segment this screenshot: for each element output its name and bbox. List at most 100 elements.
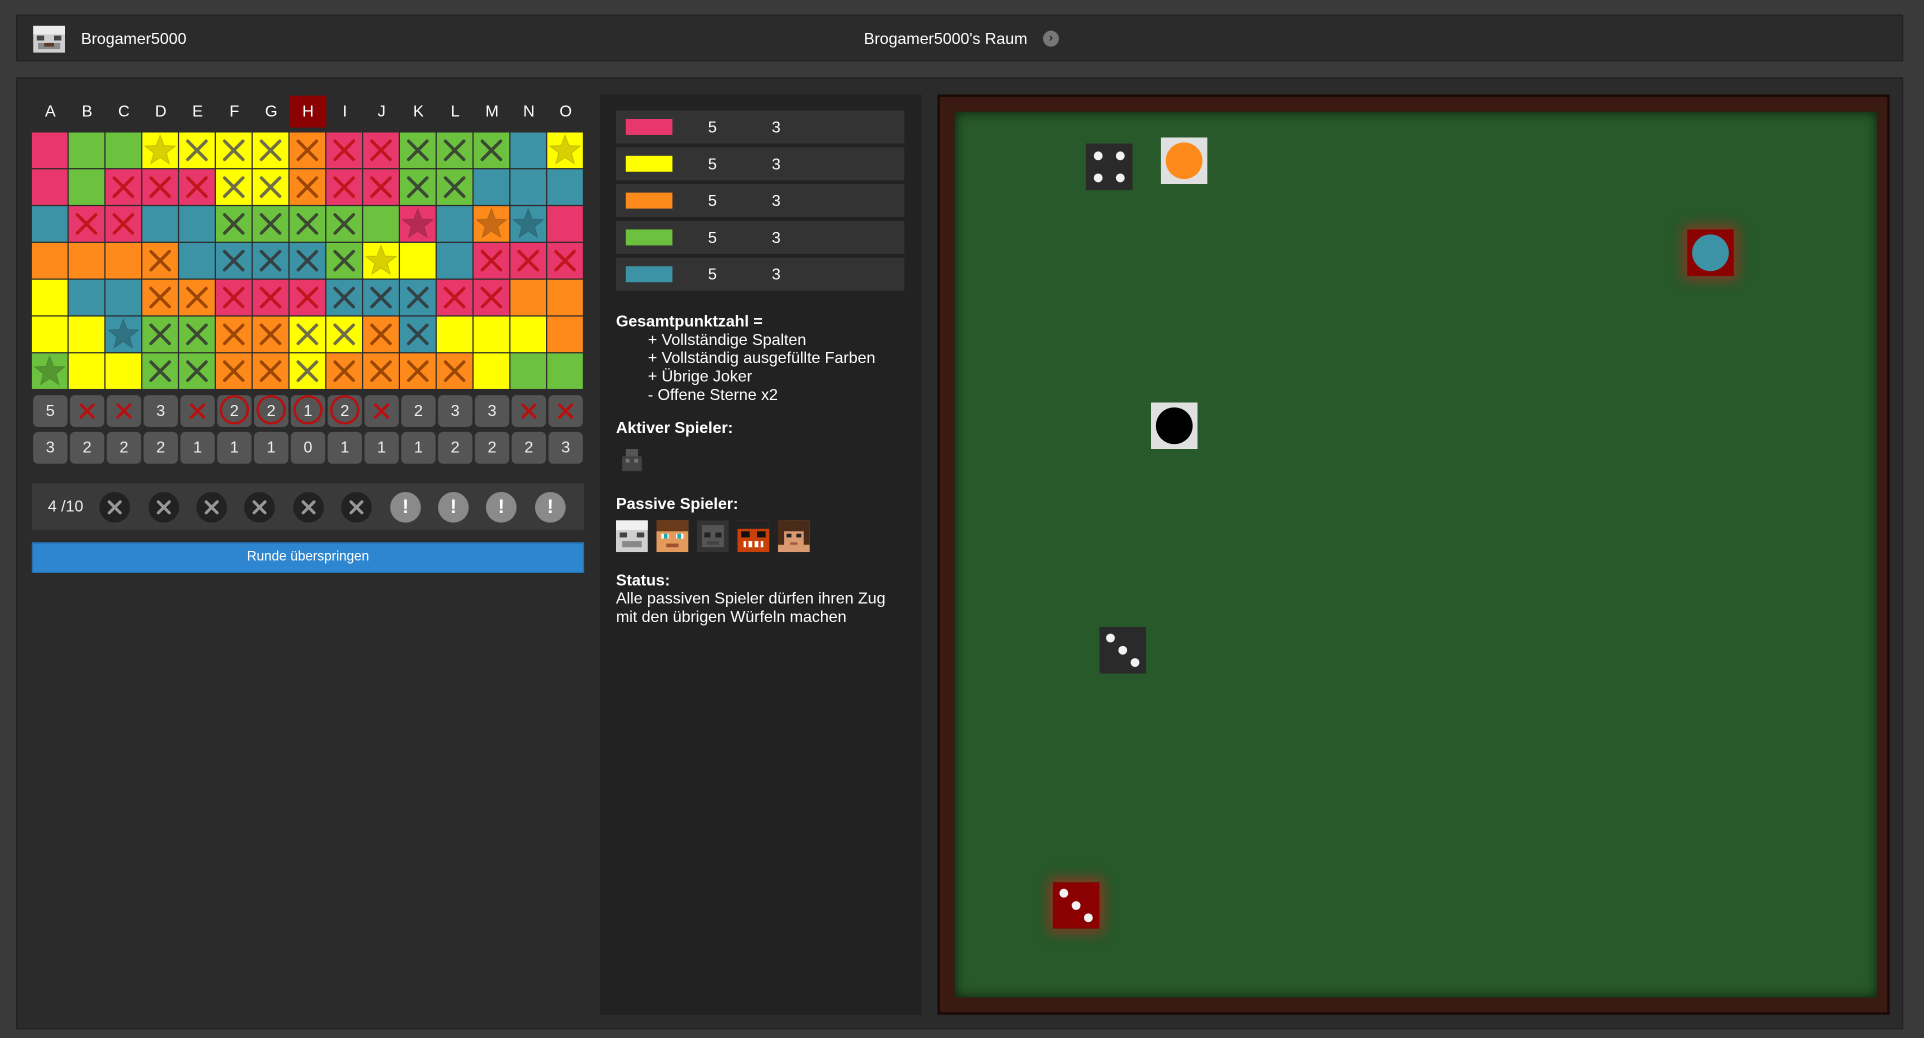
board-cell-n2[interactable] [510, 169, 547, 205]
board-cell-l4[interactable] [436, 242, 473, 279]
board-cell-h1[interactable] [289, 132, 326, 169]
board-cell-f6[interactable] [215, 316, 252, 353]
board-cell-o3[interactable] [547, 206, 583, 242]
board-cell-i4[interactable] [326, 242, 362, 279]
board-cell-d6[interactable] [142, 316, 178, 353]
board-cell-j6[interactable] [363, 316, 399, 353]
board-cell-l6[interactable] [436, 316, 473, 353]
board-cell-e4[interactable] [179, 242, 215, 279]
board-cell-f3[interactable] [215, 206, 252, 242]
joker-available-icon[interactable]: ! [485, 492, 517, 523]
board-cell-k7[interactable] [400, 353, 436, 389]
board-cell-l7[interactable] [436, 353, 473, 389]
board-cell-e7[interactable] [179, 353, 215, 389]
board-cell-e5[interactable] [179, 279, 215, 316]
board-cell-e3[interactable] [179, 206, 215, 242]
board-cell-n3[interactable] [510, 206, 547, 242]
board-cell-h4[interactable] [289, 242, 326, 279]
passive-player-avatar[interactable] [777, 520, 810, 553]
board-cell-m4[interactable] [473, 242, 510, 279]
board-cell-f5[interactable] [215, 279, 252, 316]
board-cell-h3[interactable] [289, 206, 326, 242]
board-cell-o4[interactable] [547, 242, 583, 279]
board-cell-a4[interactable] [31, 242, 68, 279]
board-cell-j1[interactable] [363, 132, 399, 169]
board-cell-f2[interactable] [215, 169, 252, 205]
board-cell-c6[interactable] [105, 316, 142, 353]
board-cell-l3[interactable] [436, 206, 473, 242]
board-cell-m1[interactable] [473, 132, 510, 169]
board-cell-b3[interactable] [68, 206, 105, 242]
board-cell-j5[interactable] [363, 279, 399, 316]
board-cell-n1[interactable] [510, 132, 547, 169]
user-avatar[interactable] [33, 25, 66, 53]
board-cell-k1[interactable] [400, 132, 436, 169]
die-red-three[interactable] [1052, 882, 1100, 929]
board-cell-f1[interactable] [215, 132, 252, 169]
joker-available-icon[interactable]: ! [534, 492, 566, 523]
board-cell-k2[interactable] [400, 169, 436, 205]
board-cell-g2[interactable] [252, 169, 289, 205]
board-cell-n7[interactable] [510, 353, 547, 389]
board-cell-b1[interactable] [68, 132, 105, 169]
board-cell-m3[interactable] [473, 206, 510, 242]
joker-available-icon[interactable]: ! [390, 492, 421, 523]
board-cell-h2[interactable] [289, 169, 326, 205]
passive-player-avatar[interactable] [615, 520, 648, 553]
board-cell-d5[interactable] [142, 279, 178, 316]
board-cell-d7[interactable] [142, 353, 178, 389]
board-cell-i3[interactable] [326, 206, 362, 242]
board-cell-i7[interactable] [326, 353, 362, 389]
board-cell-b5[interactable] [68, 279, 105, 316]
board-cell-a2[interactable] [31, 169, 68, 205]
board-cell-i2[interactable] [326, 169, 362, 205]
board-cell-h7[interactable] [289, 353, 326, 389]
board-cell-o7[interactable] [547, 353, 583, 389]
board-cell-c4[interactable] [105, 242, 142, 279]
passive-player-avatar[interactable] [737, 520, 770, 553]
active-player-avatar[interactable] [615, 444, 648, 477]
board-cell-h5[interactable] [289, 279, 326, 316]
board-cell-l1[interactable] [436, 132, 473, 169]
joker-available-icon[interactable]: ! [438, 492, 469, 523]
board-cell-c5[interactable] [105, 279, 142, 316]
board-cell-a3[interactable] [31, 206, 68, 242]
board-cell-g3[interactable] [252, 206, 289, 242]
board-cell-o5[interactable] [547, 279, 583, 316]
die-blue-color[interactable] [1687, 229, 1734, 277]
die-dark-four[interactable] [1085, 143, 1133, 191]
board-cell-n5[interactable] [510, 279, 547, 316]
board-cell-c3[interactable] [105, 206, 142, 242]
board-cell-j4[interactable] [363, 242, 399, 279]
board-cell-o2[interactable] [547, 169, 583, 205]
board-cell-d2[interactable] [142, 169, 178, 205]
board-cell-g7[interactable] [252, 353, 289, 389]
board-cell-g1[interactable] [252, 132, 289, 169]
board-cell-o6[interactable] [547, 316, 583, 353]
board-cell-d4[interactable] [142, 242, 178, 279]
board-cell-m5[interactable] [473, 279, 510, 316]
board-cell-j3[interactable] [363, 206, 399, 242]
die-orange-color[interactable] [1160, 137, 1208, 185]
board-cell-b6[interactable] [68, 316, 105, 353]
board-cell-m2[interactable] [473, 169, 510, 205]
board-cell-c1[interactable] [105, 132, 142, 169]
board-cell-i5[interactable] [326, 279, 362, 316]
board-cell-d1[interactable] [142, 132, 178, 169]
board-cell-n4[interactable] [510, 242, 547, 279]
passive-player-avatar[interactable] [656, 520, 689, 553]
board-cell-b2[interactable] [68, 169, 105, 205]
board-cell-a5[interactable] [31, 279, 68, 316]
board-cell-f7[interactable] [215, 353, 252, 389]
board-cell-j7[interactable] [363, 353, 399, 389]
board-cell-d3[interactable] [142, 206, 178, 242]
board-cell-c7[interactable] [105, 353, 142, 389]
board-cell-e2[interactable] [179, 169, 215, 205]
board-cell-m7[interactable] [473, 353, 510, 389]
board-cell-k3[interactable] [400, 206, 436, 242]
board-cell-k5[interactable] [400, 279, 436, 316]
board-cell-i1[interactable] [326, 132, 362, 169]
board-cell-h6[interactable] [289, 316, 326, 353]
board-cell-b7[interactable] [68, 353, 105, 389]
board-cell-g4[interactable] [252, 242, 289, 279]
